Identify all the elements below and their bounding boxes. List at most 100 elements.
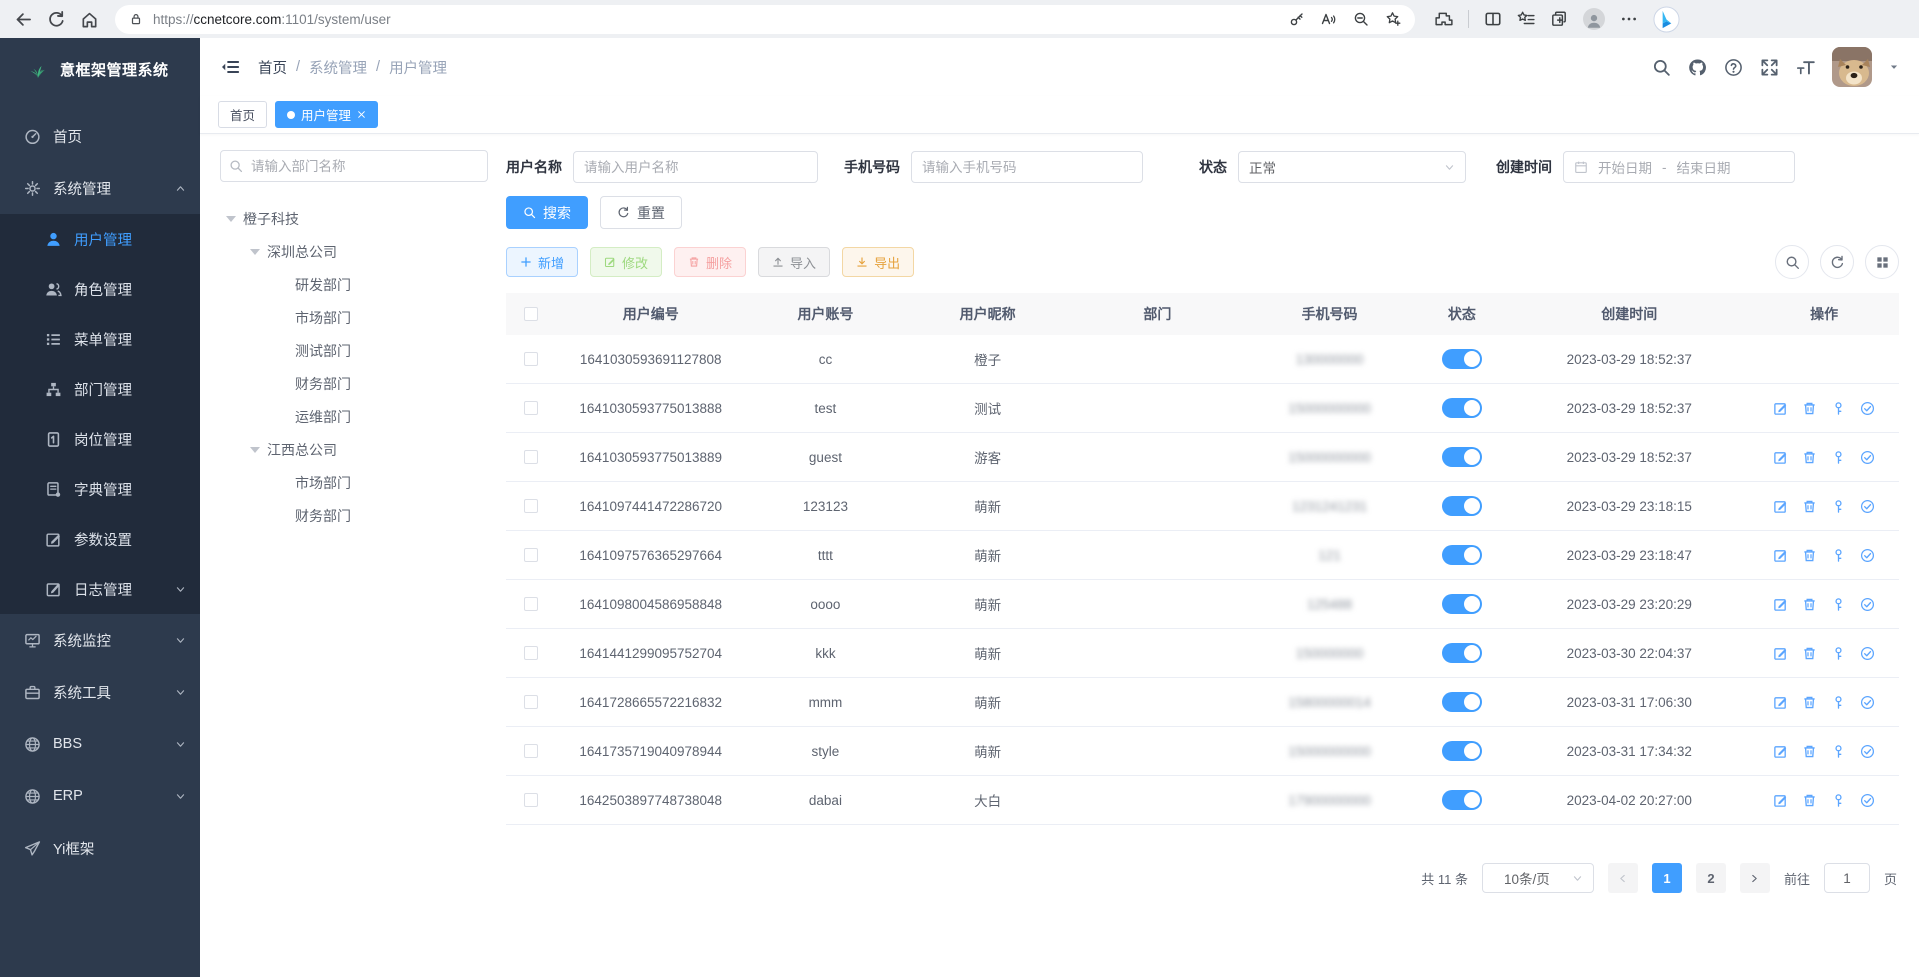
row-edit-icon[interactable] <box>1773 695 1788 710</box>
status-toggle[interactable] <box>1442 594 1482 614</box>
row-checkbox[interactable] <box>524 597 538 611</box>
status-toggle[interactable] <box>1442 447 1482 467</box>
sidebar-item-menu-mgmt[interactable]: 菜单管理 <box>0 314 200 364</box>
row-reset-password-icon[interactable] <box>1831 793 1846 808</box>
phone-input[interactable] <box>911 151 1143 183</box>
browser-home-icon[interactable] <box>80 10 99 29</box>
dept-search-input[interactable] <box>220 150 488 182</box>
row-reset-password-icon[interactable] <box>1831 499 1846 514</box>
tree-node[interactable]: 财务部门 <box>220 367 488 400</box>
row-delete-icon[interactable] <box>1802 695 1817 710</box>
caret-down-icon[interactable] <box>250 447 260 453</box>
row-checkbox[interactable] <box>524 401 538 415</box>
favorites-icon[interactable] <box>1517 10 1535 28</box>
tree-node[interactable]: 财务部门 <box>220 499 488 532</box>
status-select[interactable]: 正常 <box>1238 151 1466 183</box>
extensions-icon[interactable] <box>1435 10 1453 28</box>
help-icon[interactable] <box>1724 58 1743 77</box>
row-assign-role-icon[interactable] <box>1860 548 1875 563</box>
tree-node[interactable]: 市场部门 <box>220 301 488 334</box>
row-checkbox[interactable] <box>524 450 538 464</box>
page-1-button[interactable]: 1 <box>1652 863 1682 893</box>
font-size-icon[interactable] <box>1796 58 1815 77</box>
sidebar-item-system-tools[interactable]: 系统工具 <box>0 666 200 718</box>
row-reset-password-icon[interactable] <box>1831 695 1846 710</box>
search-button[interactable]: 搜索 <box>506 196 588 229</box>
sidebar-item-yi-framework[interactable]: Yi框架 <box>0 822 200 874</box>
row-delete-icon[interactable] <box>1802 548 1817 563</box>
column-settings-button[interactable] <box>1865 245 1899 279</box>
row-assign-role-icon[interactable] <box>1860 450 1875 465</box>
page-size-select[interactable]: 10条/页 <box>1482 863 1594 893</box>
tab-close-icon[interactable] <box>357 110 366 119</box>
github-icon[interactable] <box>1688 58 1707 77</box>
row-assign-role-icon[interactable] <box>1860 695 1875 710</box>
show-search-toggle-button[interactable] <box>1775 245 1809 279</box>
status-toggle[interactable] <box>1442 692 1482 712</box>
refresh-table-button[interactable] <box>1820 245 1854 279</box>
status-toggle[interactable] <box>1442 790 1482 810</box>
caret-down-icon[interactable] <box>250 249 260 255</box>
row-checkbox[interactable] <box>524 499 538 513</box>
sidebar-item-user-mgmt[interactable]: 用户管理 <box>0 214 200 264</box>
tree-node[interactable]: 研发部门 <box>220 268 488 301</box>
row-checkbox[interactable] <box>524 646 538 660</box>
edit-button[interactable]: 修改 <box>590 247 662 277</box>
user-avatar[interactable] <box>1832 47 1872 87</box>
zoom-out-icon[interactable] <box>1353 11 1369 27</box>
row-assign-role-icon[interactable] <box>1860 646 1875 661</box>
sidebar-item-erp[interactable]: ERP <box>0 770 200 822</box>
sidebar-item-home[interactable]: 首页 <box>0 110 200 162</box>
tree-node[interactable]: 深圳总公司 <box>220 235 488 268</box>
row-delete-icon[interactable] <box>1802 401 1817 416</box>
sidebar-item-dept-mgmt[interactable]: 部门管理 <box>0 364 200 414</box>
row-delete-icon[interactable] <box>1802 499 1817 514</box>
status-toggle[interactable] <box>1442 545 1482 565</box>
sidebar-item-system-monitor[interactable]: 系统监控 <box>0 614 200 666</box>
row-edit-icon[interactable] <box>1773 793 1788 808</box>
row-assign-role-icon[interactable] <box>1860 744 1875 759</box>
fullscreen-icon[interactable] <box>1760 58 1779 77</box>
next-page-button[interactable] <box>1740 863 1770 893</box>
row-assign-role-icon[interactable] <box>1860 793 1875 808</box>
goto-page-input[interactable] <box>1824 863 1870 893</box>
row-edit-icon[interactable] <box>1773 401 1788 416</box>
row-delete-icon[interactable] <box>1802 744 1817 759</box>
browser-menu-dots-icon[interactable] <box>1620 10 1638 28</box>
add-favorite-icon[interactable] <box>1385 11 1401 27</box>
row-reset-password-icon[interactable] <box>1831 548 1846 563</box>
status-toggle[interactable] <box>1442 741 1482 761</box>
row-delete-icon[interactable] <box>1802 646 1817 661</box>
username-input[interactable] <box>573 151 818 183</box>
tab-home[interactable]: 首页 <box>218 101 267 128</box>
row-checkbox[interactable] <box>524 352 538 366</box>
add-button[interactable]: 新增 <box>506 247 578 277</box>
tree-node[interactable]: 橙子科技 <box>220 202 488 235</box>
row-edit-icon[interactable] <box>1773 744 1788 759</box>
row-checkbox[interactable] <box>524 744 538 758</box>
status-toggle[interactable] <box>1442 643 1482 663</box>
browser-back-icon[interactable] <box>14 10 33 29</box>
prev-page-button[interactable] <box>1608 863 1638 893</box>
row-edit-icon[interactable] <box>1773 646 1788 661</box>
row-checkbox[interactable] <box>524 695 538 709</box>
row-edit-icon[interactable] <box>1773 499 1788 514</box>
tree-node[interactable]: 测试部门 <box>220 334 488 367</box>
row-delete-icon[interactable] <box>1802 793 1817 808</box>
breadcrumb-home[interactable]: 首页 <box>258 57 287 78</box>
row-checkbox[interactable] <box>524 793 538 807</box>
tree-node[interactable]: 市场部门 <box>220 466 488 499</box>
address-bar[interactable]: https://ccnetcore.com:1101/system/user <box>115 5 1415 34</box>
row-delete-icon[interactable] <box>1802 597 1817 612</box>
row-reset-password-icon[interactable] <box>1831 450 1846 465</box>
row-assign-role-icon[interactable] <box>1860 401 1875 416</box>
row-delete-icon[interactable] <box>1802 450 1817 465</box>
sidebar-item-system-mgmt[interactable]: 系统管理 <box>0 162 200 214</box>
row-checkbox[interactable] <box>524 548 538 562</box>
export-button[interactable]: 导出 <box>842 247 914 277</box>
row-edit-icon[interactable] <box>1773 597 1788 612</box>
status-toggle[interactable] <box>1442 349 1482 369</box>
created-date-range[interactable]: 开始日期 - 结束日期 <box>1563 151 1795 183</box>
import-button[interactable]: 导入 <box>758 247 830 277</box>
avatar-caret-icon[interactable] <box>1889 62 1899 72</box>
